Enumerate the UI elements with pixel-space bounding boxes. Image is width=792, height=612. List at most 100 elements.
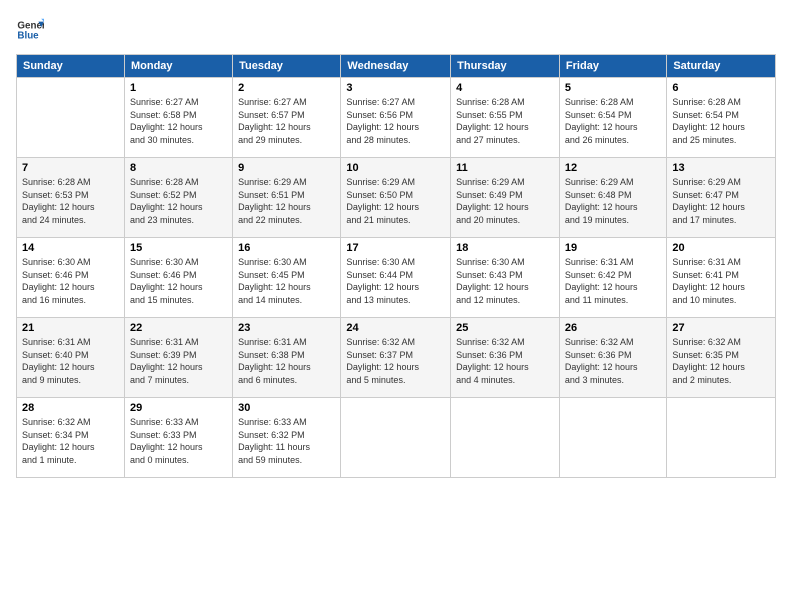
week-row-4: 21 Sunrise: 6:31 AM Sunset: 6:40 PM Dayli… bbox=[17, 318, 776, 398]
day-info: Sunrise: 6:27 AM Sunset: 6:58 PM Dayligh… bbox=[130, 96, 227, 146]
day-number: 24 bbox=[346, 322, 445, 334]
day-number: 30 bbox=[238, 402, 335, 414]
day-info: Sunrise: 6:29 AM Sunset: 6:50 PM Dayligh… bbox=[346, 176, 445, 226]
day-info: Sunrise: 6:30 AM Sunset: 6:46 PM Dayligh… bbox=[22, 256, 119, 306]
day-number: 19 bbox=[565, 242, 661, 254]
day-number: 1 bbox=[130, 82, 227, 94]
day-info: Sunrise: 6:29 AM Sunset: 6:51 PM Dayligh… bbox=[238, 176, 335, 226]
day-cell: 26 Sunrise: 6:32 AM Sunset: 6:36 PM Dayli… bbox=[559, 318, 666, 398]
day-cell: 7 Sunrise: 6:28 AM Sunset: 6:53 PM Daylig… bbox=[17, 158, 125, 238]
day-info: Sunrise: 6:32 AM Sunset: 6:35 PM Dayligh… bbox=[672, 336, 770, 386]
day-number: 3 bbox=[346, 82, 445, 94]
day-info: Sunrise: 6:33 AM Sunset: 6:32 PM Dayligh… bbox=[238, 416, 335, 466]
day-info: Sunrise: 6:31 AM Sunset: 6:39 PM Dayligh… bbox=[130, 336, 227, 386]
week-row-1: 1 Sunrise: 6:27 AM Sunset: 6:58 PM Daylig… bbox=[17, 78, 776, 158]
day-info: Sunrise: 6:29 AM Sunset: 6:49 PM Dayligh… bbox=[456, 176, 554, 226]
day-number: 26 bbox=[565, 322, 661, 334]
day-cell: 1 Sunrise: 6:27 AM Sunset: 6:58 PM Daylig… bbox=[124, 78, 232, 158]
day-info: Sunrise: 6:30 AM Sunset: 6:46 PM Dayligh… bbox=[130, 256, 227, 306]
day-info: Sunrise: 6:31 AM Sunset: 6:38 PM Dayligh… bbox=[238, 336, 335, 386]
day-number: 16 bbox=[238, 242, 335, 254]
day-cell bbox=[667, 398, 776, 478]
day-number: 13 bbox=[672, 162, 770, 174]
day-info: Sunrise: 6:28 AM Sunset: 6:55 PM Dayligh… bbox=[456, 96, 554, 146]
day-info: Sunrise: 6:32 AM Sunset: 6:36 PM Dayligh… bbox=[456, 336, 554, 386]
col-wednesday: Wednesday bbox=[341, 55, 451, 78]
day-cell: 2 Sunrise: 6:27 AM Sunset: 6:57 PM Daylig… bbox=[233, 78, 341, 158]
day-number: 7 bbox=[22, 162, 119, 174]
col-thursday: Thursday bbox=[451, 55, 560, 78]
day-cell: 28 Sunrise: 6:32 AM Sunset: 6:34 PM Dayli… bbox=[17, 398, 125, 478]
page: General Blue SundayMondayTuesdayWednesda… bbox=[0, 0, 792, 612]
day-number: 10 bbox=[346, 162, 445, 174]
col-sunday: Sunday bbox=[17, 55, 125, 78]
day-cell: 4 Sunrise: 6:28 AM Sunset: 6:55 PM Daylig… bbox=[451, 78, 560, 158]
day-info: Sunrise: 6:31 AM Sunset: 6:42 PM Dayligh… bbox=[565, 256, 661, 306]
day-info: Sunrise: 6:27 AM Sunset: 6:57 PM Dayligh… bbox=[238, 96, 335, 146]
day-number: 18 bbox=[456, 242, 554, 254]
day-cell: 18Sunrise: 6:30 AM Sunset: 6:43 PM Dayli… bbox=[451, 238, 560, 318]
day-info: Sunrise: 6:32 AM Sunset: 6:34 PM Dayligh… bbox=[22, 416, 119, 466]
day-number: 21 bbox=[22, 322, 119, 334]
day-info: Sunrise: 6:32 AM Sunset: 6:37 PM Dayligh… bbox=[346, 336, 445, 386]
day-number: 11 bbox=[456, 162, 554, 174]
day-cell: 30 Sunrise: 6:33 AM Sunset: 6:32 PM Dayli… bbox=[233, 398, 341, 478]
logo-icon: General Blue bbox=[16, 16, 44, 44]
day-info: Sunrise: 6:30 AM Sunset: 6:45 PM Dayligh… bbox=[238, 256, 335, 306]
col-monday: Monday bbox=[124, 55, 232, 78]
day-number: 4 bbox=[456, 82, 554, 94]
day-info: Sunrise: 6:29 AM Sunset: 6:48 PM Dayligh… bbox=[565, 176, 661, 226]
day-cell: 21 Sunrise: 6:31 AM Sunset: 6:40 PM Dayli… bbox=[17, 318, 125, 398]
day-cell: 11 Sunrise: 6:29 AM Sunset: 6:49 PM Dayli… bbox=[451, 158, 560, 238]
day-number: 2 bbox=[238, 82, 335, 94]
day-number: 22 bbox=[130, 322, 227, 334]
day-cell: 10 Sunrise: 6:29 AM Sunset: 6:50 PM Dayli… bbox=[341, 158, 451, 238]
day-info: Sunrise: 6:32 AM Sunset: 6:36 PM Dayligh… bbox=[565, 336, 661, 386]
day-info: Sunrise: 6:30 AM Sunset: 6:44 PM Dayligh… bbox=[346, 256, 445, 306]
day-info: Sunrise: 6:29 AM Sunset: 6:47 PM Dayligh… bbox=[672, 176, 770, 226]
day-cell: 9 Sunrise: 6:29 AM Sunset: 6:51 PM Daylig… bbox=[233, 158, 341, 238]
day-cell: 6 Sunrise: 6:28 AM Sunset: 6:54 PM Daylig… bbox=[667, 78, 776, 158]
day-cell bbox=[341, 398, 451, 478]
logo: General Blue bbox=[16, 16, 46, 44]
day-number: 29 bbox=[130, 402, 227, 414]
day-cell bbox=[451, 398, 560, 478]
day-number: 17 bbox=[346, 242, 445, 254]
day-cell: 13 Sunrise: 6:29 AM Sunset: 6:47 PM Dayli… bbox=[667, 158, 776, 238]
day-info: Sunrise: 6:28 AM Sunset: 6:52 PM Dayligh… bbox=[130, 176, 227, 226]
day-number: 5 bbox=[565, 82, 661, 94]
header: General Blue bbox=[16, 16, 776, 44]
day-cell bbox=[17, 78, 125, 158]
day-info: Sunrise: 6:28 AM Sunset: 6:54 PM Dayligh… bbox=[565, 96, 661, 146]
week-row-2: 7 Sunrise: 6:28 AM Sunset: 6:53 PM Daylig… bbox=[17, 158, 776, 238]
day-number: 12 bbox=[565, 162, 661, 174]
day-cell: 15 Sunrise: 6:30 AM Sunset: 6:46 PM Dayli… bbox=[124, 238, 232, 318]
calendar-table: SundayMondayTuesdayWednesdayThursdayFrid… bbox=[16, 54, 776, 478]
day-info: Sunrise: 6:31 AM Sunset: 6:41 PM Dayligh… bbox=[672, 256, 770, 306]
day-info: Sunrise: 6:28 AM Sunset: 6:53 PM Dayligh… bbox=[22, 176, 119, 226]
day-info: Sunrise: 6:28 AM Sunset: 6:54 PM Dayligh… bbox=[672, 96, 770, 146]
day-cell: 12 Sunrise: 6:29 AM Sunset: 6:48 PM Dayli… bbox=[559, 158, 666, 238]
day-info: Sunrise: 6:27 AM Sunset: 6:56 PM Dayligh… bbox=[346, 96, 445, 146]
day-cell: 27Sunrise: 6:32 AM Sunset: 6:35 PM Dayli… bbox=[667, 318, 776, 398]
svg-text:Blue: Blue bbox=[17, 30, 39, 41]
day-number: 9 bbox=[238, 162, 335, 174]
day-number: 28 bbox=[22, 402, 119, 414]
day-number: 15 bbox=[130, 242, 227, 254]
day-number: 14 bbox=[22, 242, 119, 254]
day-cell: 20Sunrise: 6:31 AM Sunset: 6:41 PM Dayli… bbox=[667, 238, 776, 318]
day-number: 25 bbox=[456, 322, 554, 334]
day-cell: 23Sunrise: 6:31 AM Sunset: 6:38 PM Dayli… bbox=[233, 318, 341, 398]
day-cell: 19 Sunrise: 6:31 AM Sunset: 6:42 PM Dayli… bbox=[559, 238, 666, 318]
day-cell: 5 Sunrise: 6:28 AM Sunset: 6:54 PM Daylig… bbox=[559, 78, 666, 158]
day-cell: 22 Sunrise: 6:31 AM Sunset: 6:39 PM Dayli… bbox=[124, 318, 232, 398]
day-info: Sunrise: 6:31 AM Sunset: 6:40 PM Dayligh… bbox=[22, 336, 119, 386]
day-cell: 14 Sunrise: 6:30 AM Sunset: 6:46 PM Dayli… bbox=[17, 238, 125, 318]
day-cell: 8 Sunrise: 6:28 AM Sunset: 6:52 PM Daylig… bbox=[124, 158, 232, 238]
day-cell: 29Sunrise: 6:33 AM Sunset: 6:33 PM Dayli… bbox=[124, 398, 232, 478]
day-cell bbox=[559, 398, 666, 478]
day-cell: 25 Sunrise: 6:32 AM Sunset: 6:36 PM Dayli… bbox=[451, 318, 560, 398]
day-number: 6 bbox=[672, 82, 770, 94]
day-number: 8 bbox=[130, 162, 227, 174]
week-row-5: 28 Sunrise: 6:32 AM Sunset: 6:34 PM Dayli… bbox=[17, 398, 776, 478]
